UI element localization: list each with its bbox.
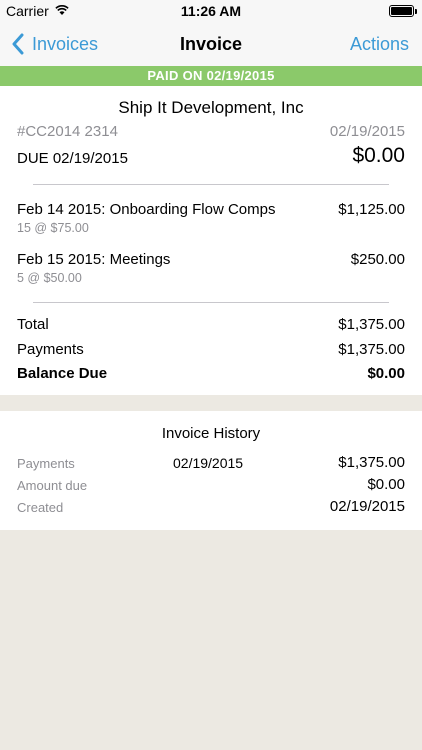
- total-amount: $1,375.00: [338, 316, 405, 333]
- back-button-label: Invoices: [32, 33, 99, 54]
- history-row-label: Amount due: [17, 478, 88, 493]
- balance-due-amount: $0.00: [367, 365, 405, 382]
- invoice-history-title: Invoice History: [161, 425, 261, 442]
- amount-due: $0.00: [352, 144, 405, 167]
- invoice-date: 02/19/2015: [329, 123, 405, 140]
- company-name: Ship It Development, Inc: [118, 98, 304, 117]
- line-item-description: Feb 14 2015: Onboarding Flow Comps: [17, 201, 276, 218]
- total-label: Total: [17, 316, 49, 333]
- history-row-label: Created: [17, 500, 64, 515]
- status-bar: Carrier 11:26 AM: [0, 0, 422, 22]
- paid-status-banner: PAID ON 02/19/2015: [0, 66, 422, 86]
- line-item-description: Feb 15 2015: Meetings: [17, 251, 171, 268]
- history-row-value: 02/19/2015: [329, 498, 405, 515]
- divider: [33, 302, 389, 303]
- history-row-value: $1,375.00: [338, 454, 405, 471]
- line-item-amount: $1,125.00: [338, 201, 405, 218]
- line-item-detail: 15 @ $75.00: [17, 221, 89, 235]
- battery-tip: [415, 9, 417, 14]
- divider: [33, 184, 389, 185]
- invoice-history-card: Invoice History Payments 02/19/2015 $1,3…: [0, 411, 422, 530]
- due-date-label: DUE 02/19/2015: [17, 150, 128, 167]
- history-row-date: 02/19/2015: [173, 455, 244, 471]
- balance-due-label: Balance Due: [17, 365, 108, 382]
- payments-amount: $1,375.00: [338, 341, 405, 358]
- chevron-left-icon: [12, 33, 24, 55]
- clock: 11:26 AM: [180, 3, 242, 19]
- battery-icon: [389, 5, 414, 17]
- line-item-amount: $250.00: [350, 251, 405, 268]
- actions-button[interactable]: Actions: [350, 22, 409, 66]
- payments-label: Payments: [17, 341, 84, 358]
- navigation-bar: Invoices Invoice Actions: [0, 22, 422, 66]
- history-row-value: $0.00: [367, 476, 405, 493]
- invoice-number: #CC2014 2314: [17, 123, 118, 140]
- back-button[interactable]: Invoices: [10, 22, 98, 66]
- line-item-detail: 5 @ $50.00: [17, 271, 82, 285]
- invoice-card: Ship It Development, Inc #CC2014 2314 02…: [0, 86, 422, 395]
- history-row-label: Payments: [17, 456, 75, 471]
